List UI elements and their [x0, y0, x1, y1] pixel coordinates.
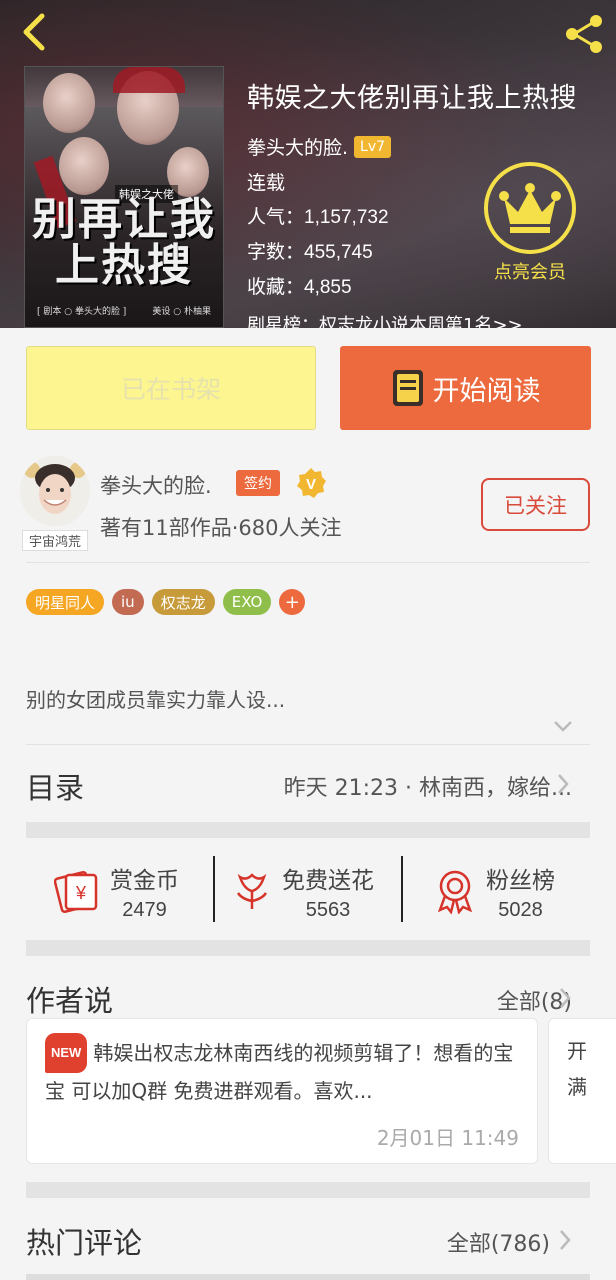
- reward-value: 2479: [122, 898, 167, 921]
- hot-comments-title: 热门评论: [26, 1226, 143, 1260]
- hot-comments-all-link[interactable]: 全部(786): [447, 1226, 550, 1258]
- back-button[interactable]: [14, 10, 54, 54]
- word-count-label: 字数：: [247, 241, 305, 263]
- chevron-right-icon: [560, 988, 571, 1008]
- crown-icon: [499, 183, 561, 233]
- cover-title: 别再让我上热搜: [32, 194, 216, 292]
- fan-label: 粉丝榜: [486, 867, 555, 894]
- coin-envelope-icon: ¥: [54, 871, 98, 913]
- chevron-right-icon: [560, 1230, 571, 1250]
- fan-stat: 粉丝榜 5028: [486, 861, 555, 922]
- book-author-line[interactable]: 拳头大的脸. Lv7: [247, 133, 606, 160]
- author-says-title: 作者说: [26, 984, 114, 1018]
- cover-portrait-bottom-left: [59, 137, 109, 195]
- stat-separator: [213, 856, 215, 922]
- expand-synopsis-button[interactable]: [553, 718, 573, 737]
- reward-coins-button[interactable]: ¥ 赏金币 2479: [54, 856, 179, 926]
- verified-v-icon: V: [297, 468, 326, 498]
- synopsis-text[interactable]: 别的女团成员靠实力靠人设...: [26, 684, 285, 713]
- divider: [26, 562, 590, 563]
- tag-item[interactable]: 明星同人: [26, 589, 105, 615]
- level-badge: Lv7: [354, 135, 392, 158]
- share-icon: [566, 15, 602, 53]
- flower-icon: [236, 873, 268, 909]
- section-separator: [26, 822, 590, 838]
- section-separator: [26, 1182, 590, 1198]
- follow-button[interactable]: 已关注: [481, 478, 590, 531]
- reward-stat: 赏金币 2479: [110, 861, 179, 922]
- svg-text:¥: ¥: [75, 883, 87, 903]
- book-cover[interactable]: 韩娱之大佬 别再让我上热搜 [ 剧本 ○ 拳头大的脸 ] 美设 ○ 朴柚果: [24, 66, 224, 328]
- cover-portrait-left: [43, 73, 95, 133]
- author-note-date: 2月01日 11:49: [376, 1126, 519, 1150]
- new-badge: NEW: [45, 1033, 88, 1073]
- flower-value: 5563: [305, 898, 351, 921]
- tag-list: 明星同人 iu 权志龙 EXO +: [26, 589, 306, 615]
- tag-item[interactable]: 权志龙: [151, 589, 215, 615]
- vip-button[interactable]: 点亮会员: [482, 162, 578, 284]
- avatar-portrait: [20, 456, 90, 526]
- author-note-card[interactable]: NEW 韩娱出权志龙林南西线的视频剪辑了！想看的宝宝 可以加Q群 免费进群观看。喜…: [26, 1018, 538, 1164]
- flower-stat: 免费送花 5563: [282, 861, 374, 922]
- tag-item[interactable]: EXO: [222, 589, 272, 615]
- popularity-value: 1,157,732: [304, 207, 389, 228]
- author-note-text: NEW 韩娱出权志龙林南西线的视频剪辑了！想看的宝宝 可以加Q群 免费进群观看。喜…: [45, 1033, 521, 1109]
- fan-ranking-button[interactable]: 粉丝榜 5028: [434, 856, 555, 926]
- chevron-left-icon: [23, 13, 45, 51]
- chevron-right-icon: [558, 774, 569, 794]
- svg-text:V: V: [306, 476, 316, 493]
- section-separator: [26, 940, 590, 956]
- author-note-next-line2: 满: [567, 1075, 587, 1099]
- vip-ring: [484, 162, 576, 254]
- author-note-next-text: 开 满: [567, 1033, 587, 1105]
- cover-credit-right: 美设 ○ 朴柚果: [152, 307, 211, 317]
- add-tag-button[interactable]: +: [279, 589, 306, 615]
- hot-comments-all-label: 全部(786): [446, 1232, 550, 1257]
- author-note-next-line1: 开: [567, 1039, 587, 1063]
- cover-credits: [ 剧本 ○ 拳头大的脸 ] 美设 ○ 朴柚果: [37, 304, 211, 317]
- cover-credit-left: [ 剧本 ○ 拳头大的脸 ]: [37, 307, 127, 317]
- word-count-value: 455,745: [304, 242, 373, 263]
- book-header: 韩娱之大佬 别再让我上热搜 [ 剧本 ○ 拳头大的脸 ] 美设 ○ 朴柚果 韩娱…: [0, 0, 616, 328]
- tag-item[interactable]: iu: [112, 589, 144, 615]
- avatar-tag: 宇宙鸿荒: [22, 530, 88, 551]
- rank-link[interactable]: 剧星榜：权志龙小说本周第1名>>: [247, 311, 606, 328]
- cover-red-hat: [113, 67, 185, 93]
- favorites-value: 4,855: [304, 277, 352, 298]
- medal-icon: [437, 870, 473, 914]
- start-reading-button[interactable]: 开始阅读: [340, 346, 591, 430]
- flower-label: 免费送花: [282, 867, 374, 894]
- verified-badge: V: [294, 466, 328, 504]
- reward-label: 赏金币: [110, 867, 179, 894]
- popularity-label: 人气：: [247, 206, 305, 228]
- share-button[interactable]: [560, 10, 608, 58]
- stat-separator: [401, 856, 403, 922]
- catalog-title[interactable]: 目录: [26, 765, 84, 807]
- start-reading-label: 开始阅读: [432, 375, 541, 407]
- author-note-body: 韩娱出权志龙林南西线的视频剪辑了！想看的宝宝 可以加Q群 免费进群观看。喜欢..…: [45, 1041, 514, 1103]
- author-note-card-next[interactable]: 开 满: [548, 1018, 616, 1164]
- author-stats: 著有11部作品·680人关注: [100, 516, 342, 540]
- book-icon: [391, 368, 425, 408]
- comment-list-edge: [26, 1274, 590, 1280]
- favorites-label: 收藏：: [247, 276, 305, 298]
- divider: [26, 744, 590, 745]
- book-title: 韩娱之大佬别再让我上热搜: [247, 83, 577, 114]
- author-name[interactable]: 拳头大的脸.: [100, 470, 212, 500]
- book-author-name[interactable]: 拳头大的脸.: [247, 133, 348, 160]
- fan-value: 5028: [498, 898, 543, 921]
- add-to-shelf-button[interactable]: 已在书架: [26, 346, 316, 430]
- vip-label: 点亮会员: [494, 262, 566, 283]
- author-says-chevron[interactable]: [558, 986, 572, 1010]
- catalog-latest[interactable]: 昨天 21:23 · 林南西，嫁给...: [284, 770, 572, 802]
- author-avatar[interactable]: [20, 456, 90, 526]
- catalog-chevron[interactable]: [556, 772, 570, 796]
- chevron-down-icon: [554, 721, 572, 732]
- free-flower-button[interactable]: 免费送花 5563: [232, 856, 374, 926]
- hot-comments-chevron[interactable]: [558, 1228, 572, 1252]
- catalog-latest-chapter: 昨天 21:23 · 林南西，嫁给...: [283, 776, 572, 801]
- signed-badge: 签约: [236, 470, 280, 496]
